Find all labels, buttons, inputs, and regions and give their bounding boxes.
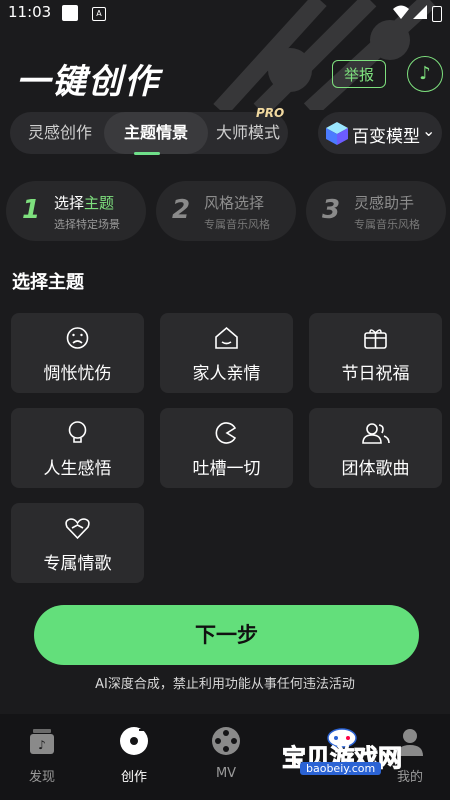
nav-item-discover[interactable]: ♪ 发现 [2,724,82,785]
theme-card-family[interactable]: 家人亲情 [160,313,293,393]
theme-card-label: 吐槽一切 [192,459,261,479]
theme-card-melancholy[interactable]: 惆怅忧伤 [11,313,144,393]
heart-icon [65,518,90,540]
theme-card-festival[interactable]: 节日祝福 [309,313,442,393]
step-inspiration-assistant[interactable]: 3 灵感助手 专属音乐风格 [306,181,446,241]
cube-icon [326,122,348,145]
step-subtitle: 专属音乐风格 [204,218,270,231]
disc-icon [120,727,148,755]
active-tab-indicator [134,152,160,155]
step-select-theme[interactable]: 1 选择主题 选择特定场景 [6,181,146,241]
pro-badge: PRO [256,106,285,120]
discover-icon: ♪ [30,729,54,754]
step-title: 风格选择 [204,194,265,212]
report-button[interactable]: 举报 [332,60,386,88]
model-selector[interactable]: 百变模型 ⌄ [318,112,442,154]
nav-item-label: 创作 [120,770,147,785]
gift-icon [364,329,387,349]
film-reel-icon [212,727,240,755]
step-subtitle: 选择特定场景 [54,218,120,231]
step-title: 选择主题 [54,192,114,213]
theme-card-label: 节日祝福 [341,364,410,384]
theme-card-label: 团体歌曲 [341,459,410,479]
mode-tabs: 灵感创作 主题情景 大师模式 [10,112,288,154]
lightbulb-icon [68,421,87,443]
nav-item-create[interactable]: 创作 [94,724,174,785]
section-title: 选择主题 [12,272,84,293]
chevron-down-icon: ⌄ [422,121,436,140]
model-selector-label: 百变模型 [352,127,420,147]
theme-card-life[interactable]: 人生感悟 [11,408,144,488]
watermark-url: baobeiy.com [300,762,382,775]
pacman-icon [215,422,237,444]
nav-item-label: 发现 [28,770,55,785]
step-style-select[interactable]: 2 风格选择 专属音乐风格 [156,181,296,241]
theme-card-roast[interactable]: 吐槽一切 [160,408,293,488]
sad-face-icon [66,327,89,349]
nav-item-mv[interactable]: MV [186,724,266,781]
status-time: 11:03 [8,3,52,21]
svg-text:♪: ♪ [38,738,46,752]
step-subtitle: 专属音乐风格 [354,218,420,231]
theme-card-label: 专属情歌 [43,554,112,574]
step-title-highlight: 主题 [84,194,115,212]
home-icon [215,326,238,349]
step-number: 3 [322,195,341,225]
next-step-button[interactable]: 下一步 [34,605,419,665]
app-notification-icon: A [92,7,106,21]
theme-card-label: 家人亲情 [192,364,261,384]
background-music-notes-decoration [213,0,437,110]
tab-inspiration[interactable]: 灵感创作 [16,112,104,154]
step-number: 1 [22,195,41,225]
theme-card-label: 人生感悟 [43,459,112,479]
music-button[interactable]: ♪ [407,56,443,92]
theme-card-group[interactable]: 团体歌曲 [309,408,442,488]
theme-card-love-song[interactable]: 专属情歌 [11,503,144,583]
step-number: 2 [172,195,191,225]
group-icon [362,423,390,444]
step-title-part: 选择 [54,194,85,212]
step-title: 灵感助手 [354,194,415,212]
ai-disclaimer: AI深度合成，禁止利用功能从事任何违法活动 [95,677,355,692]
nav-item-label: MV [215,766,237,781]
tab-theme-scene[interactable]: 主题情景 [104,112,208,154]
page-title: 一键创作 [16,62,160,102]
music-note-icon: ♪ [419,63,431,84]
theme-card-label: 惆怅忧伤 [43,364,112,384]
notification-icon [62,5,78,21]
